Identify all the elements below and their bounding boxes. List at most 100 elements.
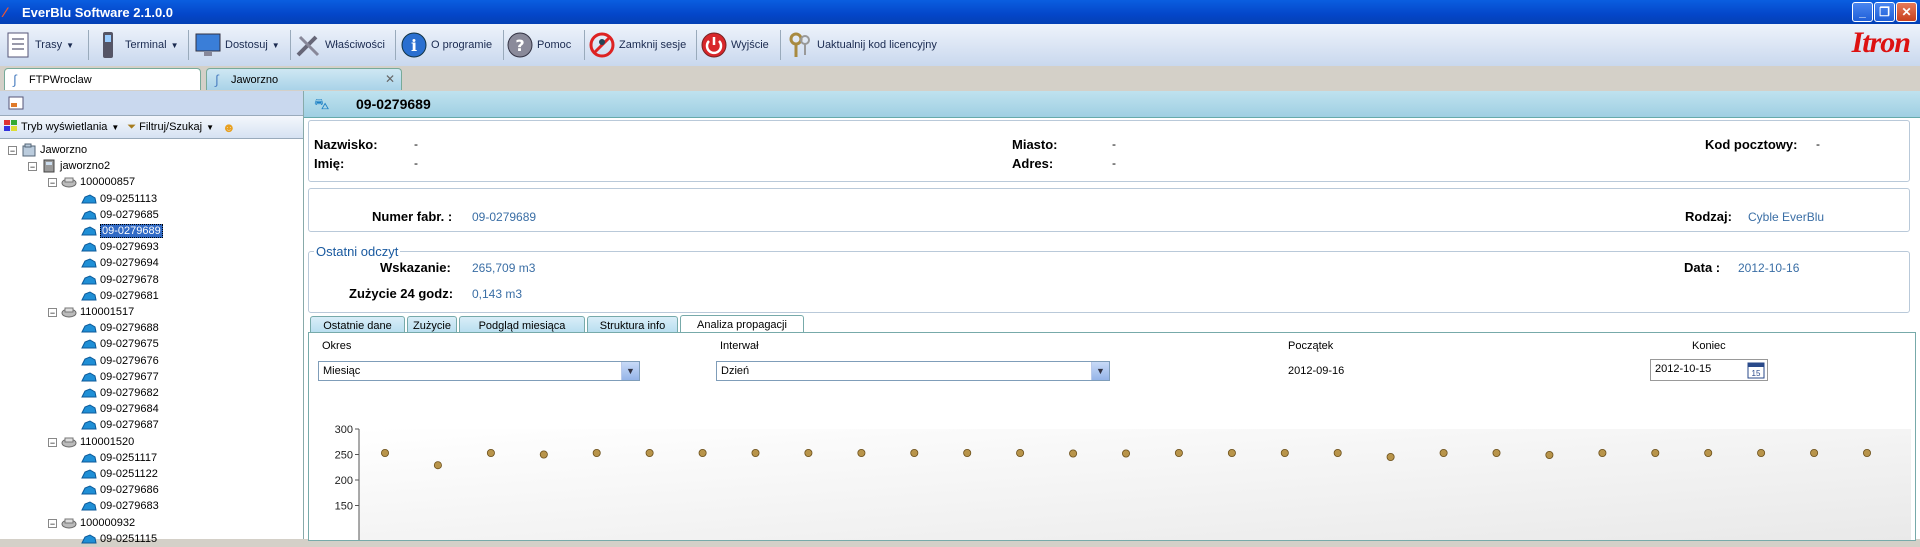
- maximize-button[interactable]: ❐: [1874, 2, 1895, 22]
- tree-node-meter[interactable]: 09-0279693: [68, 239, 159, 255]
- dostosuj-button[interactable]: Dostosuj ▼: [194, 29, 280, 61]
- collapse-toggle-icon[interactable]: −: [48, 177, 57, 187]
- tree-node-label: 09-0251115: [100, 533, 158, 545]
- tree-node-label: 09-0279688: [100, 322, 159, 334]
- tree-node-group[interactable]: − 110001520: [48, 434, 134, 450]
- terminal-button[interactable]: Terminal ▼: [94, 29, 179, 61]
- detail-header: ⛍ 09-0279689: [304, 91, 1920, 118]
- collapse-toggle-icon[interactable]: −: [48, 518, 57, 528]
- o-programie-label: O programie: [431, 39, 493, 51]
- tree-node-group[interactable]: − 100000857: [48, 174, 135, 190]
- minimize-button[interactable]: _: [1852, 2, 1873, 22]
- zamknij-sesje-button[interactable]: Zamknij sesje: [588, 29, 686, 61]
- collapse-toggle-icon[interactable]: −: [28, 161, 37, 171]
- y-tick-label: 200: [335, 475, 353, 487]
- tree-node-meter[interactable]: 09-0279681: [68, 288, 159, 304]
- close-button[interactable]: ✕: [1896, 2, 1917, 22]
- water-meter-icon: [81, 354, 97, 368]
- meter-info-section: [308, 188, 1910, 232]
- poczatek-value: 2012-09-16: [1288, 365, 1345, 377]
- tree-node-meter[interactable]: 09-0279685: [68, 207, 159, 223]
- koniec-value: 2012-10-15: [1655, 363, 1712, 375]
- tree-node-label: 100000932: [80, 517, 136, 529]
- tree-node-label: 09-0279686: [100, 484, 159, 496]
- calendar-icon[interactable]: 15: [1747, 361, 1765, 385]
- tree-node-label: 09-0279676: [100, 355, 159, 367]
- app-icon: ⁄: [4, 4, 7, 20]
- tree-node-label: jaworzno2: [60, 160, 111, 172]
- tree-node-meter[interactable]: 09-0251113: [68, 191, 157, 207]
- tree-node-meter[interactable]: 09-0279694: [68, 255, 159, 271]
- water-meter-icon: [81, 483, 97, 497]
- display-mode-button[interactable]: Tryb wyświetlania: [21, 121, 107, 133]
- monitor-icon: [194, 31, 222, 59]
- chevron-down-icon: ▼: [1091, 362, 1109, 380]
- repeater-icon: [61, 175, 77, 189]
- data-point: [1651, 449, 1660, 458]
- tree-node-label: 09-0251113: [100, 193, 158, 205]
- y-tick-label: 250: [335, 450, 353, 462]
- tree-node-meter[interactable]: 09-0279689: [68, 223, 163, 239]
- numer-fabr-value: 09-0279689: [472, 210, 537, 224]
- tree-node-site[interactable]: − jaworzno2: [28, 158, 110, 174]
- collapse-toggle-icon[interactable]: −: [48, 307, 57, 317]
- tree-node-meter[interactable]: 09-0251122: [68, 466, 158, 482]
- tree-node-meter[interactable]: 09-0279676: [68, 353, 159, 369]
- water-meter-icon: [81, 386, 97, 400]
- data-point: [1227, 449, 1236, 458]
- panel-icon[interactable]: [8, 95, 24, 114]
- main-toolbar: Trasy ▼ Terminal ▼ Dostosuj ▼ Właściwości i…: [0, 24, 1920, 67]
- wlasciwosci-button[interactable]: Właściwości: [294, 29, 385, 61]
- data-point: [645, 449, 654, 458]
- tab-jaworzno[interactable]: ∫ Jaworzno ✕: [206, 68, 402, 90]
- tree-node-meter[interactable]: 09-0279683: [68, 498, 159, 514]
- document-tabs: ∫ FTPWroclaw ∫ Jaworzno ✕: [0, 66, 1920, 90]
- tree-node-label: 09-0279687: [100, 419, 159, 431]
- data-point: [381, 449, 390, 458]
- rodzaj-label: Rodzaj:: [1685, 209, 1732, 224]
- data-point: [1122, 449, 1131, 458]
- data-point: [1016, 449, 1025, 458]
- tree-node-meter[interactable]: 09-0279675: [68, 336, 159, 352]
- tree-node-meter[interactable]: 09-0279687: [68, 417, 159, 433]
- tree-node-meter[interactable]: 09-0279678: [68, 272, 159, 288]
- close-tab-icon[interactable]: ✕: [385, 72, 395, 86]
- tree-node-group[interactable]: − 110001517: [48, 304, 134, 320]
- tree-node-meter[interactable]: 09-0251115: [68, 531, 157, 547]
- koniec-date-picker[interactable]: 2012-10-15 15: [1650, 359, 1768, 381]
- tree-node-meter[interactable]: 09-0279682: [68, 385, 159, 401]
- repeater-icon: [61, 516, 77, 530]
- tree-node-meter[interactable]: 09-0279686: [68, 482, 159, 498]
- tree-node-meter[interactable]: 09-0279677: [68, 369, 159, 385]
- uaktualnij-kod-button[interactable]: Uaktualnij kod licencyjny: [786, 29, 937, 61]
- toolbar-separator: [88, 30, 89, 60]
- adres-value: -: [1112, 156, 1116, 170]
- wyjscie-button[interactable]: Wyjście: [700, 29, 769, 61]
- water-meter-icon: [81, 224, 97, 238]
- trasy-label: Trasy: [35, 39, 63, 51]
- water-meter-icon: [81, 532, 97, 546]
- tree-node-label: 09-0251117: [100, 452, 158, 464]
- tree-node-meter[interactable]: 09-0279688: [68, 320, 159, 336]
- filter-search-button[interactable]: Filtruj/Szukaj: [139, 121, 202, 133]
- data-point: [963, 449, 972, 458]
- chevron-down-icon: ▼: [271, 40, 280, 50]
- data-point: [1386, 453, 1395, 462]
- okres-select[interactable]: Miesiąc ▼: [318, 361, 640, 381]
- tree-node-meter[interactable]: 09-0279684: [68, 401, 159, 417]
- water-meter-icon: [81, 499, 97, 513]
- tree-node-root[interactable]: − Jaworzno: [8, 142, 87, 158]
- trasy-button[interactable]: Trasy ▼: [4, 29, 74, 61]
- window-title: EverBlu Software 2.1.0.0: [22, 5, 174, 20]
- pomoc-button[interactable]: ? Pomoc: [506, 29, 571, 61]
- refresh-icon[interactable]: ☻: [222, 120, 236, 135]
- collapse-toggle-icon[interactable]: −: [8, 145, 17, 155]
- interwal-select[interactable]: Dzień ▼: [716, 361, 1110, 381]
- tree-node-group[interactable]: − 100000932: [48, 515, 135, 531]
- o-programie-button[interactable]: i O programie: [400, 29, 492, 61]
- folder-icon: [21, 143, 37, 157]
- tree-node-meter[interactable]: 09-0251117: [68, 450, 157, 466]
- tab-ftpwroclaw[interactable]: ∫ FTPWroclaw: [4, 68, 201, 90]
- collapse-toggle-icon[interactable]: −: [48, 437, 57, 447]
- water-meter-icon: [81, 402, 97, 416]
